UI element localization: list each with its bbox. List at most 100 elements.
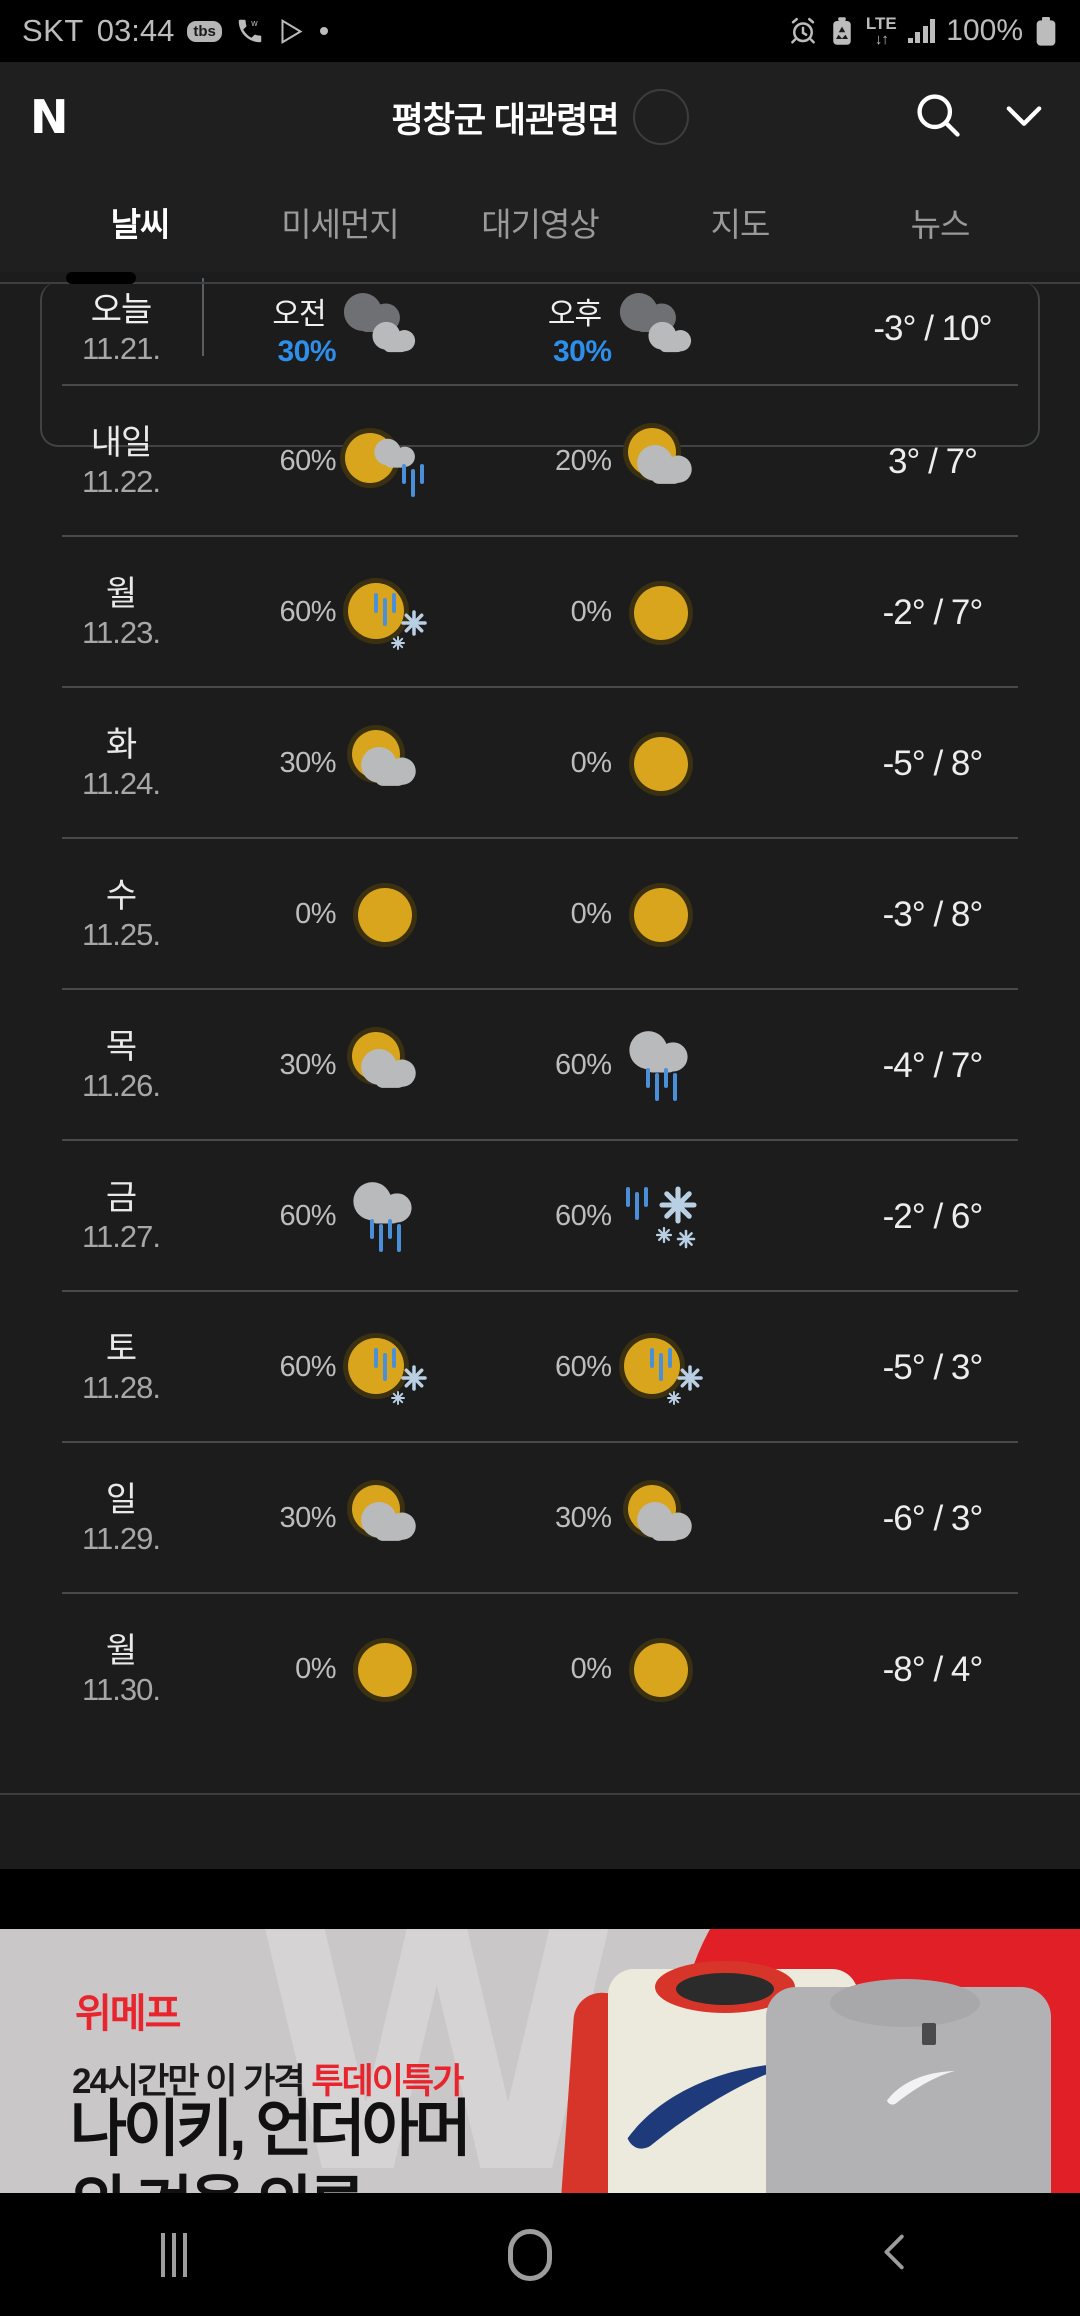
forecast-row-1129[interactable]: 일 11.29. 30% 30% -6° / 3° [40, 1443, 1040, 1594]
tab-weather[interactable]: 날씨 [40, 198, 240, 246]
list-bottom-divider [0, 1793, 1080, 1795]
sun-cloud-icon [336, 1024, 434, 1108]
ad-headline-second-line: 외 겨울 의류 [70, 2172, 366, 2193]
lte-label: LTE [865, 14, 897, 33]
forecast-day-label: 월 [105, 1631, 137, 1670]
sun-rain-snow-icon [612, 1326, 710, 1410]
am-precip-probability: 60% [279, 445, 336, 477]
forecast-pm-slot: 60% [514, 1024, 826, 1108]
forecast-pm-slot: 0% [514, 722, 826, 806]
forecast-day-label: 화 [105, 725, 137, 764]
sun-icon [336, 1628, 434, 1712]
android-nav-bar [0, 2193, 1080, 2316]
forecast-pm-slot: 0% [514, 1628, 826, 1712]
forecast-temperature-range: -4° / 7° [882, 1045, 984, 1085]
forecast-slots: 60% 60% [202, 1326, 825, 1410]
forecast-am-slot: 0% [202, 873, 514, 957]
forecast-day-name-block: 수 11.25. [40, 876, 202, 953]
forecast-temperature-range: -2° / 6° [882, 1196, 984, 1236]
tbs-icon: tbs [187, 20, 222, 42]
forecast-day-date: 11.29. [82, 1520, 161, 1556]
sun-cloud-icon [336, 722, 434, 806]
forecast-day-label: 수 [105, 876, 137, 915]
forecast-day-date: 11.26. [82, 1067, 161, 1103]
forecast-day-name-block: 목 11.26. [40, 1027, 202, 1104]
forecast-day-label: 금 [105, 1178, 137, 1217]
chevron-down-icon[interactable] [998, 89, 1050, 146]
forecast-row-1122[interactable]: 내일 11.22. 60% 20% 3° / 7° [40, 386, 1040, 537]
forecast-row-1125[interactable]: 수 11.25. 0% 0% -3° / 8° [40, 839, 1040, 990]
forecast-list-container[interactable]: 오늘 11.21. 오전 30% 오후 30% -3° / 10° 내일 11.22… [0, 272, 1080, 1869]
am-precip-probability: 0% [295, 1653, 336, 1685]
am-period-label: 오전 [272, 298, 326, 331]
forecast-day-label: 토 [105, 1329, 137, 1368]
forecast-am-slot: 60% [202, 1175, 514, 1259]
forecast-temperature-range: -6° / 3° [882, 1498, 984, 1538]
nike-swoosh-small-icon [887, 2071, 955, 2105]
sun-icon [336, 873, 434, 957]
tab-news[interactable]: 뉴스 [840, 198, 1040, 246]
pm-precip-probability: 60% [554, 1200, 612, 1232]
svg-text:w: w [250, 18, 258, 28]
forecast-am-slot: 60% [202, 1326, 514, 1410]
forecast-day-label: 목 [105, 1027, 137, 1066]
pm-precip-probability: 30% [552, 335, 612, 368]
search-icon[interactable] [912, 89, 964, 146]
naver-logo[interactable]: N [30, 90, 120, 144]
tab-fine-dust[interactable]: 미세먼지 [240, 198, 440, 246]
home-icon[interactable] [507, 2228, 552, 2281]
forecast-day-date: 11.22. [82, 463, 161, 499]
sun-cloud-rain-icon [336, 420, 434, 504]
forecast-day-label: 오늘 [90, 291, 153, 330]
recents-icon[interactable] [160, 2232, 187, 2277]
ad-headline: 나이키, 언더아머 [70, 2095, 472, 2164]
battery-saver-icon [829, 16, 855, 46]
sun-rain-snow-icon [336, 571, 434, 655]
pm-precip-probability: 60% [554, 1049, 612, 1081]
sun-cloud-icon [336, 1477, 434, 1561]
forecast-row-1121[interactable]: 오늘 11.21. 오전 30% 오후 30% -3° / 10° [40, 272, 1040, 447]
forecast-temperature-range: -3° / 10° [873, 309, 992, 348]
forecast-row-1124[interactable]: 화 11.24. 30% 0% -5° / 8° [40, 688, 1040, 839]
forecast-day-label: 내일 [90, 423, 153, 462]
forecast-day-label: 일 [105, 1480, 137, 1519]
whowho-icon: w [235, 16, 265, 46]
am-precip-probability: 60% [279, 596, 336, 628]
header-actions [912, 89, 1050, 146]
list-top-divider [0, 282, 1080, 284]
forecast-row-1126[interactable]: 목 11.26. 30% 60% -4° / 7° [40, 990, 1040, 1141]
page-title[interactable]: 평창군 대관령면 [391, 92, 619, 143]
back-icon[interactable] [873, 2229, 919, 2280]
forecast-day-date: 11.23. [82, 614, 161, 650]
lte-arrows: ↓↑ [874, 31, 889, 48]
rain-icon [336, 1175, 434, 1259]
tab-air-imagery[interactable]: 대기영상 [440, 198, 640, 246]
pm-precip-probability: 0% [570, 1653, 612, 1685]
loading-spinner [632, 89, 689, 145]
cloudy-icon [612, 287, 710, 371]
carrier-label: SKT [22, 13, 84, 48]
sun-icon [612, 873, 710, 957]
forecast-day-date: 11.27. [82, 1218, 161, 1254]
forecast-am-slot: 0% [202, 1628, 514, 1712]
forecast-row-1130[interactable]: 월 11.30. 0% 0% -8° / 4° [40, 1594, 1040, 1745]
forecast-row-1123[interactable]: 월 11.23. 60% 0% -2° / 7° [40, 537, 1040, 688]
forecast-slots: 오전 30% 오후 30% [202, 287, 825, 371]
forecast-slots: 30% 0% [202, 722, 825, 806]
ad-shirt-tag-b [922, 2023, 936, 2045]
forecast-am-slot: 오전 30% [202, 287, 514, 371]
forecast-row-1127[interactable]: 금 11.27. 60% 60% -2° / 6° [40, 1141, 1040, 1292]
am-precip-probability: 30% [279, 1049, 336, 1081]
forecast-pm-slot: 60% [514, 1175, 826, 1259]
sun-cloud-icon [612, 420, 710, 504]
tab-map[interactable]: 지도 [640, 198, 840, 246]
forecast-slots: 60% 20% [202, 420, 825, 504]
battery-icon [1034, 15, 1058, 47]
sun-icon [612, 571, 710, 655]
forecast-day-name-block: 화 11.24. [40, 725, 202, 802]
forecast-am-slot: 30% [202, 1477, 514, 1561]
battery-percent-label: 100% [946, 14, 1023, 47]
sun-icon [612, 1628, 710, 1712]
ad-banner[interactable]: W 위메프 24시간만 이 가격 투데이특가 나이키, 언더아머 외 겨울 의류 [0, 1929, 1080, 2193]
forecast-row-1128[interactable]: 토 11.28. 60% 60% -5° / 3° [40, 1292, 1040, 1443]
